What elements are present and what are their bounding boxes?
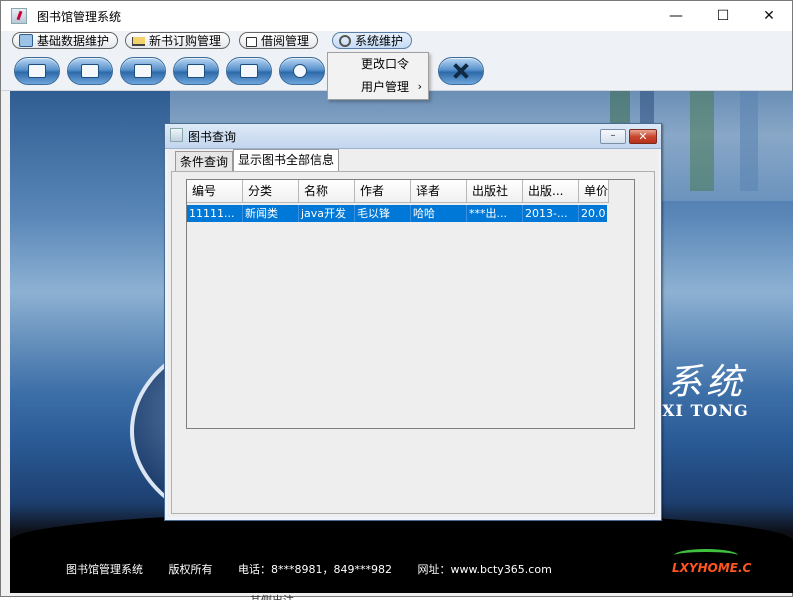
books-icon xyxy=(134,64,152,78)
magnifier-icon xyxy=(293,64,307,78)
lock-icon xyxy=(246,37,257,47)
cell-author: 毛以锋 xyxy=(355,205,411,222)
cell-category: 新闻类 xyxy=(243,205,299,222)
title-bar: 图书馆管理系统 — ☐ ✕ xyxy=(1,1,792,31)
column-header-author[interactable]: 作者 xyxy=(355,180,411,203)
background-page-text: 其侧出注。 xyxy=(250,592,305,600)
cell-publisher: ***出... xyxy=(467,205,523,222)
tools-button[interactable] xyxy=(438,57,484,85)
column-header-category[interactable]: 分类 xyxy=(243,180,299,203)
wrench-icon xyxy=(452,64,470,78)
cell-name: java开发 xyxy=(299,205,355,222)
cart-icon xyxy=(132,37,145,46)
menu-basic-data[interactable]: 基础数据维护 xyxy=(12,32,119,49)
menu-book-order[interactable]: 新书订购管理 xyxy=(125,32,231,49)
menu-borrow[interactable]: 借阅管理 xyxy=(239,32,319,49)
cell-price: 20.0 xyxy=(581,207,606,220)
book-spine xyxy=(740,91,758,191)
books-button[interactable] xyxy=(120,57,166,85)
menu-item-change-password[interactable]: 更改口令 xyxy=(328,53,428,75)
gear-icon xyxy=(339,34,351,47)
menu-label: 新书订购管理 xyxy=(149,34,222,48)
system-menu-dropdown: 更改口令 用户管理 › xyxy=(327,52,429,100)
cube-icon xyxy=(19,34,33,47)
brand-title: 系统 xyxy=(666,362,747,403)
menu-label: 借阅管理 xyxy=(261,34,310,48)
edit-button[interactable] xyxy=(67,57,113,85)
column-header-publish-date[interactable]: 出版... xyxy=(523,180,579,203)
brand-subtitle: XI TONG xyxy=(662,401,749,420)
java-cup-icon xyxy=(11,8,27,24)
footer-copyright: 版权所有 xyxy=(168,563,213,576)
minimize-button[interactable]: — xyxy=(653,1,699,31)
window-title: 图书馆管理系统 xyxy=(37,10,122,24)
book-icon xyxy=(28,64,46,78)
close-button[interactable]: ✕ xyxy=(746,1,792,31)
chevron-right-icon: › xyxy=(417,80,422,93)
menu-item-label: 用户管理 xyxy=(361,80,410,94)
menu-label: 系统维护 xyxy=(355,34,404,48)
table-row[interactable]: 11111... 新闻类 java开发 毛以锋 哈哈 ***出... 2013-… xyxy=(187,205,607,222)
cell-translator: 哈哈 xyxy=(411,205,467,222)
menu-item-user-management[interactable]: 用户管理 › xyxy=(328,76,428,98)
maximize-button[interactable]: ☐ xyxy=(700,1,746,31)
frame-close-button[interactable]: ✕ xyxy=(629,129,657,144)
search-button[interactable] xyxy=(279,57,325,85)
tab-all-books[interactable]: 显示图书全部信息 xyxy=(233,149,340,171)
menu-system[interactable]: 系统维护 xyxy=(332,32,413,49)
reader-button[interactable] xyxy=(173,57,219,85)
cell-publish-date: 2013-... xyxy=(523,205,579,222)
pen-icon xyxy=(81,64,99,78)
column-header-name[interactable]: 名称 xyxy=(299,180,355,203)
cell-id: 11111... xyxy=(187,205,243,222)
brand-logo: LXYHOME.C xyxy=(672,561,752,575)
footer-system-name: 图书馆管理系统 xyxy=(66,563,143,576)
book-button[interactable] xyxy=(14,57,60,85)
frame-minimize-button[interactable]: – xyxy=(600,129,626,144)
footer-info: 图书馆管理系统 版权所有 电话：8***8981，849***982 网址：ww… xyxy=(66,561,574,577)
book-spine xyxy=(690,91,714,191)
stack-icon xyxy=(240,64,258,78)
reader-icon xyxy=(187,64,205,78)
menu-label: 基础数据维护 xyxy=(37,34,110,48)
footer-phone: 电话：8***8981，849***982 xyxy=(238,563,392,576)
column-header-translator[interactable]: 译者 xyxy=(411,180,467,203)
footer-website: 网址：www.bcty365.com xyxy=(417,563,552,576)
column-header-price[interactable]: 单价 xyxy=(579,180,609,203)
books-table: 编号 分类 名称 作者 译者 出版社 出版... 单价 11111... 新闻类… xyxy=(186,179,635,429)
java-cup-icon xyxy=(170,128,183,142)
frame-title-bar: 图书查询 – ✕ xyxy=(165,124,661,149)
stack-button[interactable] xyxy=(226,57,272,85)
tab-condition-query[interactable]: 条件查询 xyxy=(175,151,234,171)
menu-bar: 基础数据维护 新书订购管理 借阅管理 系统维护 xyxy=(1,31,792,53)
frame-title: 图书查询 xyxy=(188,130,237,144)
column-header-id[interactable]: 编号 xyxy=(187,180,243,203)
column-header-publisher[interactable]: 出版社 xyxy=(467,180,523,203)
